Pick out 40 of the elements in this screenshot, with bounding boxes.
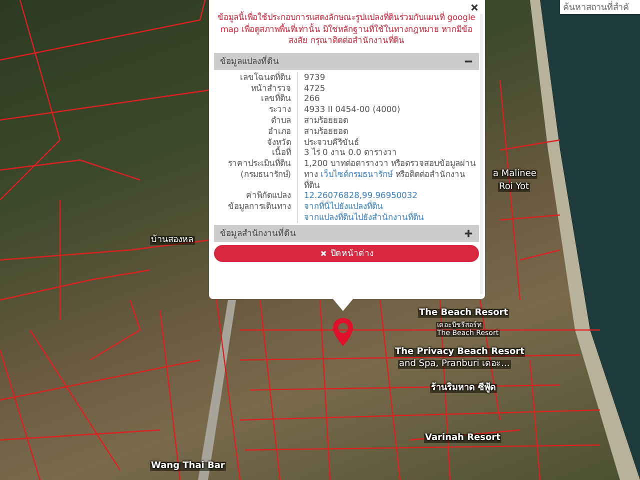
map-label: and Spa, Pranburi เดอะ...: [398, 360, 511, 369]
map-label: Varinah Resort: [424, 434, 502, 443]
location-pin-icon: [333, 318, 353, 346]
link[interactable]: เว็บไซต์กรมธนารักษ์: [320, 168, 393, 179]
field-label: อำเภอ: [214, 126, 298, 137]
map-label: บ้านสองหล: [150, 236, 195, 245]
field-value: 266: [304, 93, 320, 104]
field-value: 4725: [304, 82, 326, 94]
field-label: เลขที่ดิน: [214, 93, 298, 104]
field-value: สามร้อยยอด: [304, 114, 348, 126]
field-label: เนื้อที่: [214, 147, 298, 158]
field-label: ระวาง: [214, 104, 298, 115]
field-label: ราคาประเมินที่ดิน (กรมธนารักษ์): [214, 158, 298, 190]
field-label: เลขโฉนดที่ดิน: [214, 72, 298, 83]
field-value: 3 ไร่ 0 งาน 0.0 ตารางวา: [304, 147, 397, 158]
field-value: ประจวบคีรีขันธ์: [304, 136, 359, 148]
close-window-button[interactable]: ปิดหน้าต่าง: [214, 244, 479, 262]
field-value: 9739: [304, 72, 326, 83]
disclaimer-text: ข้อมูลนี้เพื่อใช้ประกอบการแสดงลักษณะรูปแปลงที่ดินร่วมกับแผนที่ google map เพื่อดูสภาพพื้นที่เท่านั้น มิใช่หลักฐานที่ใช้ในทางกฎหมาย หากมีข้อสงสัย กรุณาติดต่อสำนักงานที่ดิน: [216, 12, 476, 47]
map-label: The Privacy Beach Resort: [394, 348, 526, 357]
search-field[interactable]: ค้นหาสถานที่สำคั: [560, 0, 640, 14]
map-label: Roi Yot: [498, 183, 530, 192]
field-label: ข้อมูลการเดินทาง: [214, 201, 298, 223]
field-value: 4933 II 0454-00 (4000): [304, 104, 400, 115]
map-label: The Beach Resort: [418, 309, 510, 318]
field-label: ค่าพิกัดแปลง: [214, 190, 298, 202]
link[interactable]: จากแปลงที่ดินไปยังสำนักงานที่ดิน: [304, 212, 424, 223]
section-header[interactable]: ข้อมูลแปลงที่ดิน: [214, 52, 479, 70]
close-icon[interactable]: [470, 3, 479, 12]
field-label: หน้าสำรวจ: [214, 82, 298, 94]
field-value: 1,200 บาทต่อตารางวา หรือตรวจสอบข้อมูลผ่านทาง เว็บไซต์กรมธนารักษ์ หรือติดต่อสำนักงานที่ดิน: [304, 158, 478, 190]
link[interactable]: 12.26076828,99.96950032: [304, 190, 418, 202]
plus-icon: [464, 228, 473, 238]
section-header[interactable]: ข้อมูลสำนักงานที่ดิน: [214, 224, 479, 242]
field-value: สามร้อยยอด: [304, 126, 348, 137]
field-label: จังหวัด: [214, 136, 298, 148]
map-label: Wang Thai Bar: [150, 462, 226, 471]
close-icon: [320, 250, 326, 257]
link[interactable]: จากที่นี่ไปยังแปลงที่ดิน: [304, 201, 383, 212]
field-label: ตำบล: [214, 114, 298, 126]
